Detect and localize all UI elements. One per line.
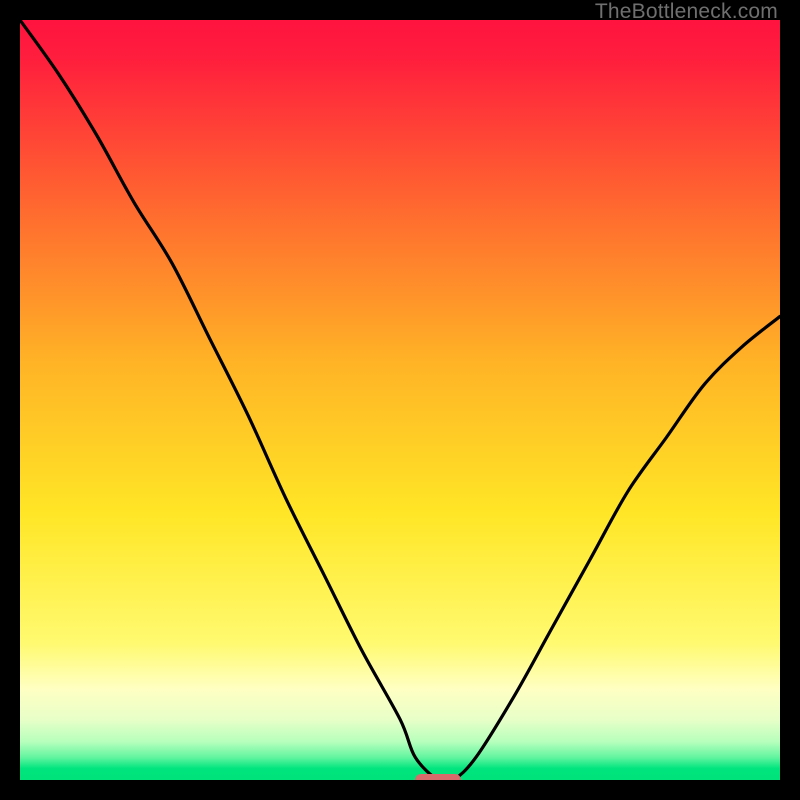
optimal-range-marker: [415, 774, 461, 780]
plot-area: [20, 20, 780, 780]
chart-frame: TheBottleneck.com: [0, 0, 800, 800]
watermark-text: TheBottleneck.com: [595, 0, 778, 24]
bottleneck-curve: [20, 20, 780, 780]
